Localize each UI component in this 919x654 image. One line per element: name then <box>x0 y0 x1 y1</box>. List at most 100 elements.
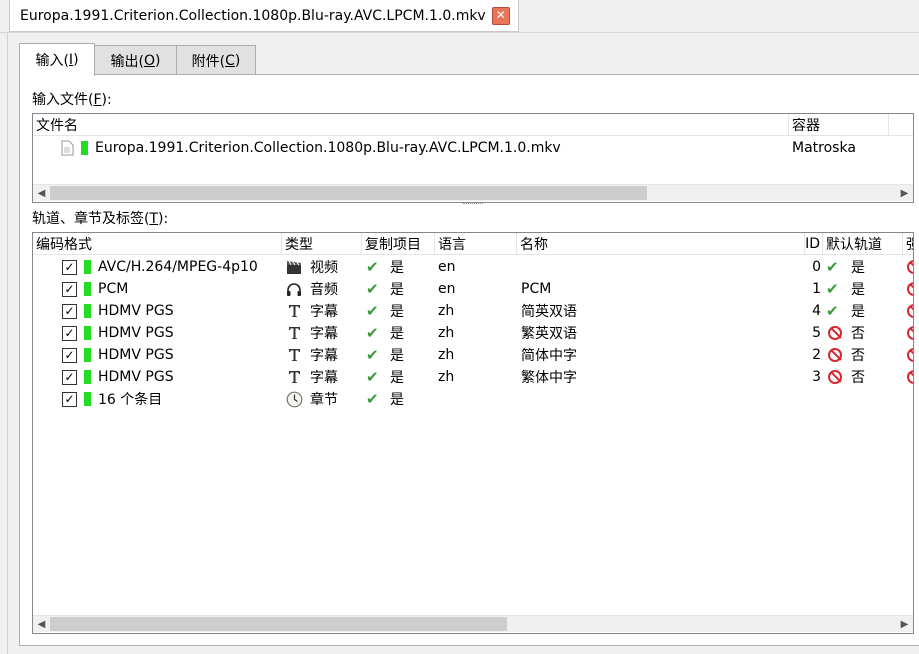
track-enable-checkbox[interactable]: ✓ <box>62 388 77 410</box>
scroll-left-icon[interactable]: ◀ <box>33 616 50 632</box>
scroll-thumb[interactable] <box>50 186 647 200</box>
track-language: en <box>438 281 456 297</box>
document-tab[interactable]: Europa.1991.Criterion.Collection.1080p.B… <box>9 0 519 32</box>
track-default: 否 <box>851 370 865 386</box>
check-icon: ✔ <box>366 346 379 364</box>
track-copy: 是 <box>390 326 404 342</box>
track-codec: HDMV PGS <box>98 325 174 341</box>
track-row[interactable]: ✓ PCM 音频 ✔ 是 en PCM 1 ✔ 是 <box>33 278 913 300</box>
column-header-forced[interactable]: 强 <box>903 233 913 255</box>
track-codec: HDMV PGS <box>98 369 174 385</box>
track-enable-checkbox[interactable]: ✓ <box>62 366 77 388</box>
track-enable-checkbox[interactable]: ✓ <box>62 256 77 278</box>
track-status-indicator <box>84 278 91 300</box>
track-name: PCM <box>521 281 552 297</box>
track-enable-checkbox[interactable]: ✓ <box>62 344 77 366</box>
tab-output-tail: ) <box>155 52 161 69</box>
track-default: 是 <box>851 304 865 320</box>
tracks-label-key: T <box>149 211 159 227</box>
splitter-grip[interactable] <box>463 203 483 206</box>
track-language: zh <box>438 369 455 385</box>
input-files-label-tail: ): <box>101 92 112 108</box>
tracks-label-text: 轨道、章节及标签( <box>32 211 150 227</box>
film-icon <box>285 256 303 278</box>
tracks-hscrollbar[interactable]: ◀ ▶ <box>33 615 913 632</box>
track-row[interactable]: ✓ AVC/H.264/MPEG-4p10 视频 ✔ 是 en 0 ✔ 是 <box>33 256 913 278</box>
track-type: 字幕 <box>310 304 338 320</box>
track-language: zh <box>438 325 455 341</box>
track-copy: 是 <box>390 370 404 386</box>
track-id: 2 <box>812 347 821 363</box>
tracks-label: 轨道、章节及标签(T): <box>32 208 168 228</box>
check-icon: ✔ <box>826 258 839 276</box>
column-header-default[interactable]: 默认轨道 <box>823 233 903 255</box>
scroll-left-icon[interactable]: ◀ <box>33 185 50 201</box>
tab-input[interactable]: 输入(I) <box>19 43 95 76</box>
column-header-language[interactable]: 语言 <box>435 233 517 255</box>
column-header-codec[interactable]: 编码格式 <box>33 233 282 255</box>
file-doc-icon <box>61 137 74 159</box>
track-enable-checkbox[interactable]: ✓ <box>62 278 77 300</box>
check-icon: ✔ <box>366 390 379 408</box>
check-icon: ✔ <box>826 280 839 298</box>
column-header-extra[interactable] <box>889 114 913 136</box>
track-status-indicator <box>84 366 91 388</box>
track-id <box>805 388 821 410</box>
track-name: 繁英双语 <box>521 326 577 342</box>
input-files-grid[interactable]: 文件名 容器 Europa.1991.Criterion.Collection.… <box>32 113 914 203</box>
track-default: 否 <box>851 348 865 364</box>
track-row[interactable]: ✓ HDMV PGS 字幕 ✔ 是 zh 繁英双语 5 否 <box>33 322 913 344</box>
file-name: Europa.1991.Criterion.Collection.1080p.B… <box>95 140 561 156</box>
scroll-right-icon[interactable]: ▶ <box>896 185 913 201</box>
column-header-container[interactable]: 容器 <box>789 114 889 136</box>
file-container: Matroska <box>792 140 856 156</box>
prohibited-icon <box>907 256 913 278</box>
track-id: 3 <box>812 369 821 385</box>
track-status-indicator <box>84 322 91 344</box>
track-row[interactable]: ✓ HDMV PGS 字幕 ✔ 是 zh 简体中字 2 否 <box>33 344 913 366</box>
track-default: 是 <box>851 282 865 298</box>
tab-output[interactable]: 输出(O) <box>94 45 177 75</box>
track-row[interactable]: ✓ HDMV PGS 字幕 ✔ 是 zh 简英双语 4 ✔ 是 <box>33 300 913 322</box>
tab-attachments[interactable]: 附件(C) <box>176 45 256 75</box>
close-icon[interactable]: ✕ <box>491 6 510 25</box>
file-row[interactable]: Europa.1991.Criterion.Collection.1080p.B… <box>33 137 913 159</box>
track-status-indicator <box>84 300 91 322</box>
track-copy: 是 <box>390 282 404 298</box>
track-row[interactable]: ✓ HDMV PGS 字幕 ✔ 是 zh 繁体中字 3 否 <box>33 366 913 388</box>
track-name: 简体中字 <box>521 348 577 364</box>
text-icon <box>285 322 303 344</box>
track-type: 音频 <box>310 282 338 298</box>
tab-output-label: 输出( <box>110 53 144 70</box>
track-codec: AVC/H.264/MPEG-4p10 <box>98 259 258 275</box>
track-codec: PCM <box>98 281 129 297</box>
file-status-indicator <box>81 137 88 159</box>
prohibited-icon <box>907 366 913 388</box>
track-codec: 16 个条目 <box>98 392 163 408</box>
document-tab-title: Europa.1991.Criterion.Collection.1080p.B… <box>20 7 486 24</box>
column-header-name[interactable]: 名称 <box>517 233 805 255</box>
track-id: 0 <box>812 259 821 275</box>
tab-input-label: 输入( <box>35 53 69 69</box>
tracks-label-tail: ): <box>158 211 169 227</box>
tab-attachments-tail: ) <box>234 52 241 69</box>
track-enable-checkbox[interactable]: ✓ <box>62 322 77 344</box>
column-header-id[interactable]: ID <box>805 233 823 255</box>
column-header-type[interactable]: 类型 <box>282 233 362 255</box>
scroll-right-icon[interactable]: ▶ <box>896 616 913 632</box>
track-copy: 是 <box>390 392 404 408</box>
track-default: 否 <box>851 326 865 342</box>
track-type: 视频 <box>310 260 338 276</box>
input-files-label-key: F <box>93 92 102 108</box>
input-files-label: 输入文件(F): <box>32 89 112 109</box>
track-enable-checkbox[interactable]: ✓ <box>62 300 77 322</box>
tracks-grid[interactable]: 编码格式 类型 复制项目 语言 名称 ID 默认轨道 强 ✓ AVC/H.264/… <box>32 232 914 634</box>
column-header-filename[interactable]: 文件名 <box>33 114 789 136</box>
prohibited-icon <box>907 344 913 366</box>
column-header-copy[interactable]: 复制项目 <box>362 233 435 255</box>
prohibited-icon <box>907 322 913 344</box>
input-files-hscrollbar[interactable]: ◀ ▶ <box>33 184 913 201</box>
track-type: 字幕 <box>310 348 338 364</box>
scroll-thumb[interactable] <box>50 617 507 631</box>
track-row[interactable]: ✓ 16 个条目 章节 ✔ 是 <box>33 388 913 410</box>
